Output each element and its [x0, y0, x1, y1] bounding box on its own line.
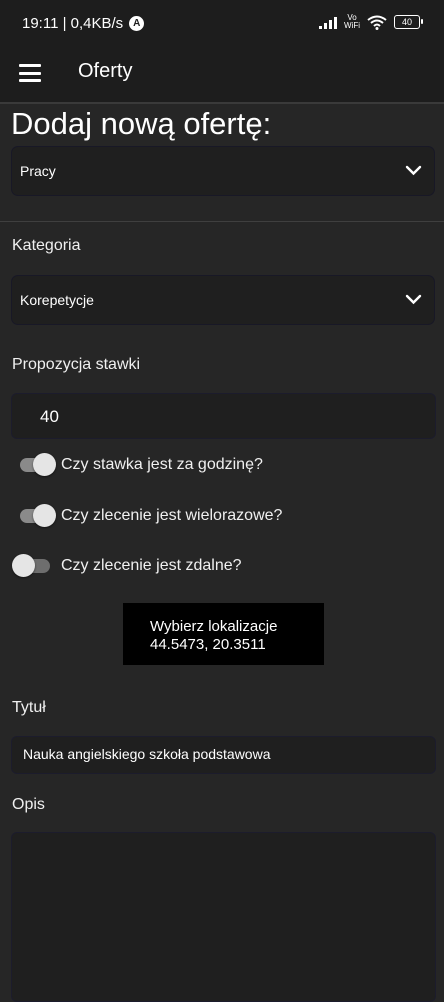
title-value: Nauka angielskiego szkoła podstawowa	[23, 746, 271, 762]
status-time-speed: 19:11 | 0,4KB/s	[22, 15, 124, 32]
toggle-row-remote[interactable]: Czy zlecenie jest zdalne?	[12, 553, 242, 579]
title-input[interactable]: Nauka angielskiego szkoła podstawowa	[11, 736, 436, 774]
battery-level: 40	[401, 17, 412, 27]
notification-icon: A	[129, 16, 145, 31]
hourly-rate-label: Czy stawka jest za godzinę?	[61, 456, 263, 473]
hamburger-menu-icon[interactable]	[19, 64, 41, 82]
location-button-label: Wybierz lokalizacje	[150, 618, 278, 635]
chevron-down-icon	[405, 294, 422, 305]
rate-label: Propozycja stawki	[12, 356, 141, 373]
toggle-row-repeatable[interactable]: Czy zlecenie jest wielorazowe?	[12, 503, 282, 529]
repeatable-switch[interactable]	[12, 503, 56, 529]
category-label: Kategoria	[12, 237, 81, 254]
wifi-icon	[367, 15, 387, 30]
choose-location-button[interactable]: Wybierz lokalizacje 44.5473, 20.3511	[123, 603, 324, 665]
repeatable-label: Czy zlecenie jest wielorazowe?	[61, 507, 283, 524]
rate-input[interactable]: 40	[11, 393, 436, 439]
chevron-down-icon	[405, 165, 422, 176]
app-bar: Oferty	[0, 48, 444, 104]
hourly-rate-switch[interactable]	[12, 452, 56, 478]
offer-type-dropdown[interactable]: Pracy	[11, 146, 435, 196]
status-bar: 19:11 | 0,4KB/s A Vo WiFi 40	[0, 0, 444, 48]
remote-label: Czy zlecenie jest zdalne?	[61, 557, 242, 574]
location-coordinates: 44.5473, 20.3511	[150, 636, 266, 653]
vowifi-icon: Vo WiFi	[344, 13, 360, 30]
offer-type-value: Pracy	[20, 163, 56, 179]
signal-icon	[319, 15, 337, 29]
status-left: 19:11 | 0,4KB/s A	[22, 15, 145, 32]
remote-switch[interactable]	[12, 553, 56, 579]
page-title: Dodaj nową ofertę:	[11, 106, 272, 141]
rate-value: 40	[40, 407, 59, 426]
section-divider	[0, 221, 444, 222]
category-dropdown[interactable]: Korepetycje	[11, 275, 435, 325]
category-value: Korepetycje	[20, 292, 94, 308]
status-right: Vo WiFi 40	[319, 13, 423, 30]
app-bar-title: Oferty	[78, 60, 133, 82]
description-textarea[interactable]	[11, 832, 436, 1002]
battery-icon: 40	[394, 15, 423, 29]
description-label: Opis	[12, 796, 45, 813]
toggle-row-hourly[interactable]: Czy stawka jest za godzinę?	[12, 452, 263, 478]
title-label: Tytuł	[12, 699, 46, 716]
